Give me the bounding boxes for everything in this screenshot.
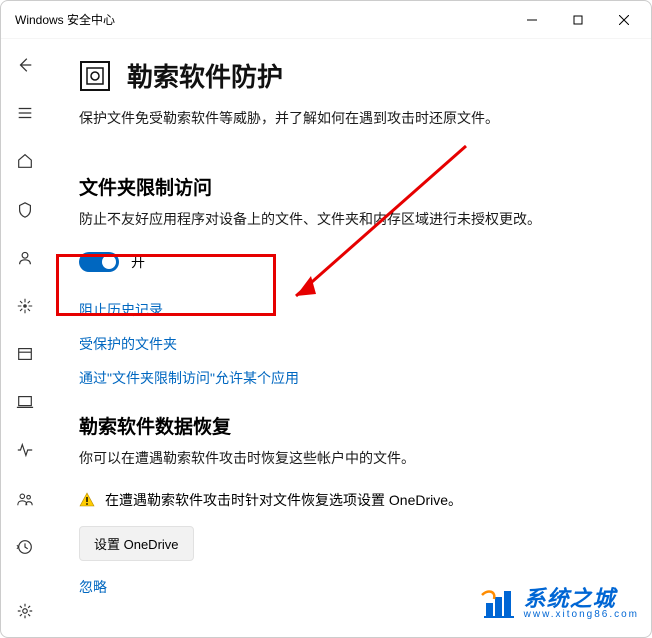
- toggle-state-label: 开: [131, 252, 145, 272]
- recovery-desc: 你可以在遭遇勒索软件攻击时恢复这些帐户中的文件。: [79, 447, 621, 469]
- warning-text: 在遭遇勒索软件攻击时针对文件恢复选项设置 OneDrive。: [105, 490, 462, 510]
- nav-family[interactable]: [5, 483, 45, 515]
- folder-access-desc: 防止不友好应用程序对设备上的文件、文件夹和内存区域进行未授权更改。: [79, 208, 621, 230]
- page-header: 勒索软件防护: [79, 57, 621, 94]
- window-controls: [509, 4, 647, 36]
- back-button[interactable]: [5, 49, 45, 81]
- nav-account[interactable]: [5, 242, 45, 274]
- warning-icon: [79, 492, 95, 508]
- close-button[interactable]: [601, 4, 647, 36]
- recovery-title: 勒索软件数据恢复: [79, 412, 621, 439]
- nav-home[interactable]: [5, 145, 45, 177]
- maximize-button[interactable]: [555, 4, 601, 36]
- sidebar: [1, 39, 49, 637]
- nav-firewall[interactable]: [5, 290, 45, 322]
- nav-device-security[interactable]: [5, 386, 45, 418]
- minimize-button[interactable]: [509, 4, 555, 36]
- titlebar: Windows 安全中心: [1, 1, 651, 39]
- link-protected-folders[interactable]: 受保护的文件夹: [79, 334, 621, 354]
- onedrive-warning: 在遭遇勒索软件攻击时针对文件恢复选项设置 OneDrive。: [79, 490, 621, 510]
- link-block-history[interactable]: 阻止历史记录: [79, 300, 621, 320]
- content-area: 勒索软件防护 保护文件免受勒索软件等威胁，并了解如何在遇到攻击时还原文件。 文件…: [49, 39, 651, 637]
- link-dismiss[interactable]: 忽略: [79, 577, 621, 597]
- nav-device-performance[interactable]: [5, 434, 45, 466]
- window-title: Windows 安全中心: [15, 11, 509, 28]
- ransomware-icon: [79, 60, 111, 92]
- link-allow-app[interactable]: 通过"文件夹限制访问"允许某个应用: [79, 368, 621, 388]
- menu-button[interactable]: [5, 97, 45, 129]
- setup-onedrive-button[interactable]: 设置 OneDrive: [79, 526, 194, 561]
- page-title: 勒索软件防护: [127, 57, 283, 94]
- nav-settings[interactable]: [5, 595, 45, 627]
- nav-virus[interactable]: [5, 194, 45, 226]
- toggle-knob: [102, 255, 116, 269]
- page-subtitle: 保护文件免受勒索软件等威胁，并了解如何在遇到攻击时还原文件。: [79, 108, 621, 129]
- nav-history[interactable]: [5, 531, 45, 563]
- folder-access-toggle-row: 开: [79, 244, 621, 280]
- folder-access-title: 文件夹限制访问: [79, 173, 621, 200]
- folder-access-toggle[interactable]: [79, 252, 119, 272]
- nav-app-browser[interactable]: [5, 338, 45, 370]
